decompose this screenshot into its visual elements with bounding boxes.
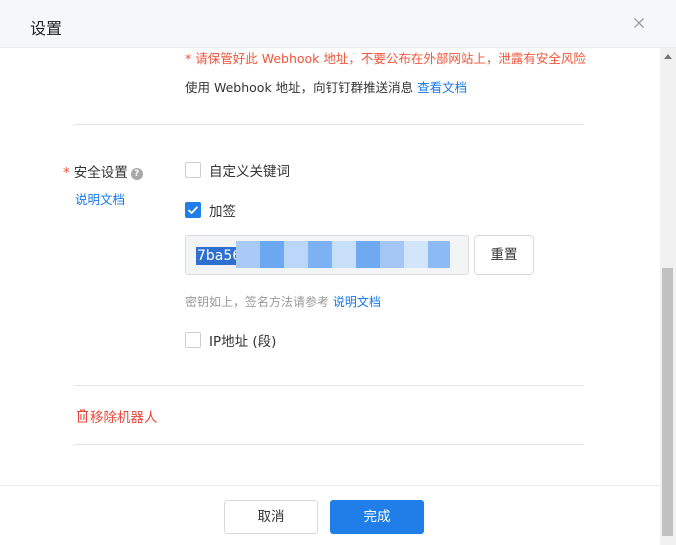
secret-blur: [380, 241, 404, 268]
divider: [74, 124, 584, 125]
divider: [74, 444, 584, 445]
secret-blur: [356, 241, 380, 268]
security-label-text: 安全设置: [73, 165, 128, 181]
keyword-checkbox[interactable]: [185, 162, 201, 178]
reset-button[interactable]: 重置: [474, 235, 534, 275]
secret-blur: [284, 241, 308, 268]
secret-blur: [428, 241, 450, 268]
secret-blur: [236, 241, 260, 268]
check-icon: [187, 206, 199, 215]
ip-label: IP地址 (段): [209, 334, 277, 350]
secret-blur: [260, 241, 284, 268]
remove-robot-label: 移除机器人: [90, 410, 158, 426]
sign-label: 加签: [209, 204, 236, 220]
secret-hint: 密钥如上，签名方法请参考 说明文档: [185, 293, 381, 310]
divider: [74, 385, 584, 386]
hint-text: 密钥如上，签名方法请参考: [185, 295, 333, 309]
secret-blur: [332, 241, 356, 268]
webhook-usage-text: 使用 Webhook 地址，向钉钉群推送消息: [185, 80, 418, 95]
scroll-up-icon[interactable]: [664, 54, 672, 59]
secret-blur: [404, 241, 428, 268]
webhook-usage: 使用 Webhook 地址，向钉钉群推送消息 查看文档: [185, 77, 467, 96]
question-circle-icon[interactable]: ?: [130, 168, 143, 180]
dialog-body: * 请保管好此 Webhook 地址，不要公布在外部网站上，泄露有安全风险 使用…: [0, 48, 660, 485]
keyword-checkbox-row[interactable]: 自定义关键词: [185, 161, 290, 180]
confirm-button[interactable]: 完成: [330, 500, 424, 534]
trash-icon: [77, 409, 88, 423]
cancel-button[interactable]: 取消: [224, 500, 318, 534]
settings-dialog: 设置 * 请保管好此 Webhook 地址，不要公布在外部网站上，泄露有安全风险…: [0, 0, 676, 545]
required-mark: *: [63, 165, 70, 181]
secret-blur: [308, 241, 332, 268]
scrollbar-thumb[interactable]: [662, 268, 673, 536]
hint-doc-link[interactable]: 说明文档: [333, 295, 381, 309]
view-docs-link[interactable]: 查看文档: [417, 80, 467, 95]
sign-checkbox-row[interactable]: 加签: [185, 201, 236, 220]
ip-checkbox[interactable]: [185, 332, 201, 348]
security-settings-label: * 安全设置?: [63, 161, 143, 181]
security-doc-link[interactable]: 说明文档: [75, 189, 125, 208]
sign-checkbox[interactable]: [185, 202, 201, 218]
close-icon[interactable]: [630, 14, 648, 32]
ip-checkbox-row[interactable]: IP地址 (段): [185, 331, 277, 350]
dialog-title: 设置: [30, 19, 63, 38]
webhook-warning: * 请保管好此 Webhook 地址，不要公布在外部网站上，泄露有安全风险: [185, 51, 586, 66]
dialog-footer: 取消 完成: [0, 485, 660, 545]
dialog-header: 设置: [0, 0, 676, 48]
secret-input[interactable]: 7ba56: [185, 235, 469, 275]
keyword-label: 自定义关键词: [209, 164, 290, 180]
remove-robot-link[interactable]: 移除机器人: [76, 406, 158, 426]
vertical-scrollbar[interactable]: [660, 48, 676, 545]
